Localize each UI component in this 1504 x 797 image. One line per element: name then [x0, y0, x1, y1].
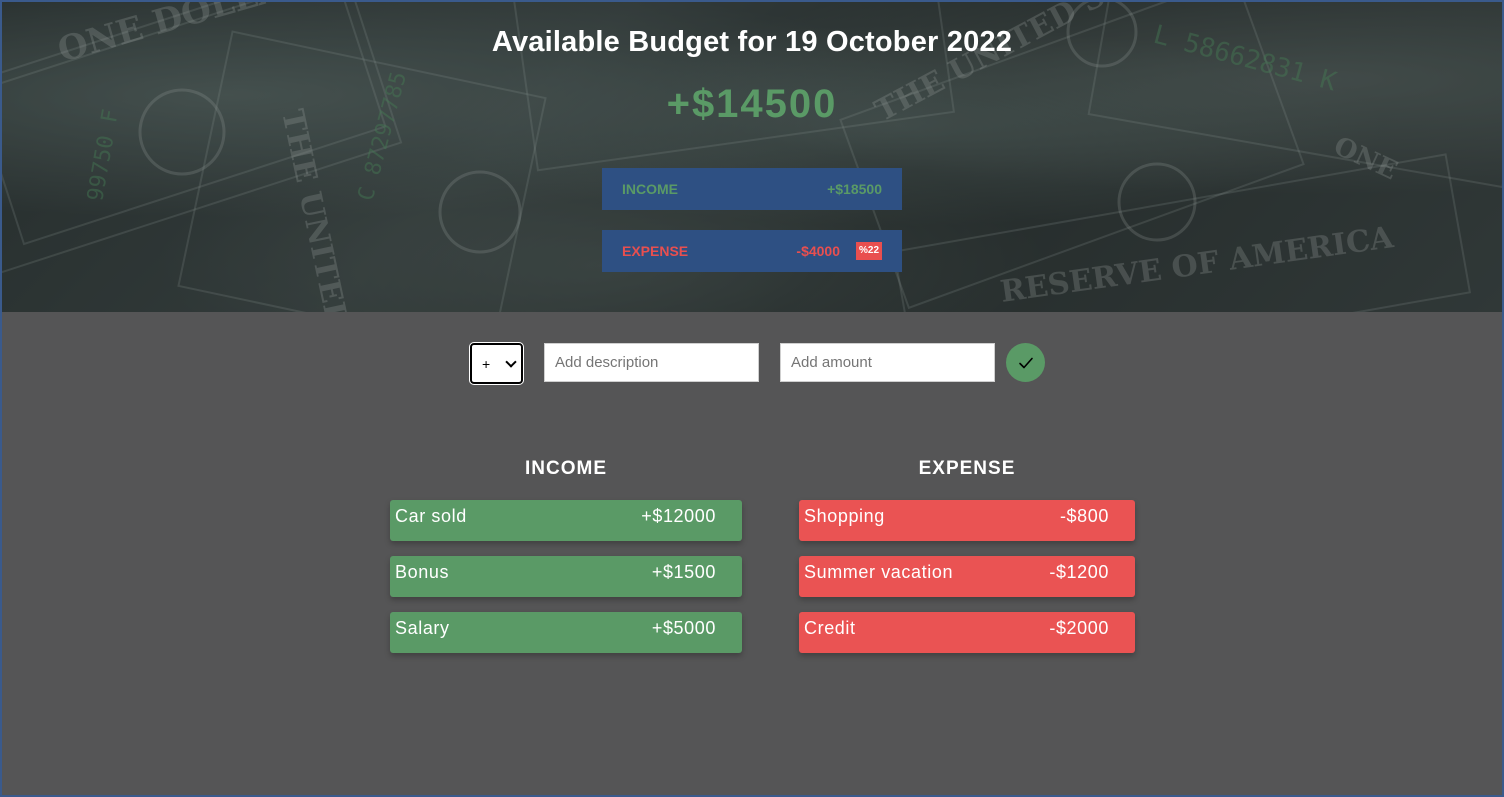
chevron-down-icon: [505, 356, 517, 368]
expense-summary-label: EXPENSE: [622, 243, 689, 259]
type-select-value: +: [482, 355, 491, 372]
expense-list-item[interactable]: Summer vacation -$1200: [799, 556, 1135, 597]
item-description: Car sold: [395, 506, 467, 526]
item-description: Shopping: [804, 506, 885, 526]
checkmark-icon: [1018, 357, 1033, 368]
item-description: Summer vacation: [804, 562, 954, 582]
income-list-item[interactable]: Bonus +$1500: [390, 556, 742, 597]
income-summary-label: INCOME: [622, 181, 678, 197]
income-summary-amount: +$18500: [827, 181, 882, 197]
item-amount: +$5000: [651, 618, 716, 638]
item-description: Bonus: [395, 562, 450, 582]
expense-list-item[interactable]: Credit -$2000: [799, 612, 1135, 653]
hero-banner: ONE DOLLAR THE UNITED THE UNITED STATES …: [2, 2, 1502, 312]
income-list-item[interactable]: Salary +$5000: [390, 612, 742, 653]
expense-list-item[interactable]: Shopping -$800: [799, 500, 1135, 541]
item-amount: +$12000: [641, 506, 716, 526]
item-amount: +$1500: [651, 562, 716, 582]
add-item-button[interactable]: [1006, 343, 1045, 382]
description-input[interactable]: [544, 343, 759, 382]
item-amount: -$1200: [1049, 562, 1109, 582]
expense-summary: EXPENSE -$4000 %22: [602, 230, 902, 272]
expense-percentage-badge: %22: [855, 242, 882, 260]
income-list-item[interactable]: Car sold +$12000: [390, 500, 742, 541]
amount-input[interactable]: [780, 343, 995, 382]
type-select[interactable]: +: [469, 342, 524, 385]
item-description: Credit: [804, 618, 856, 638]
available-budget-value: +$14500: [666, 82, 838, 126]
item-description: Salary: [395, 618, 450, 638]
expense-summary-amount: -$4000: [796, 243, 840, 259]
budget-title: Available Budget for 19 October 2022: [491, 26, 1013, 58]
expense-list-title: EXPENSE: [918, 458, 1016, 479]
item-amount: -$2000: [1049, 618, 1109, 638]
income-summary: INCOME +$18500: [602, 168, 902, 210]
income-list-title: INCOME: [525, 458, 607, 479]
item-amount: -$800: [1059, 506, 1109, 526]
